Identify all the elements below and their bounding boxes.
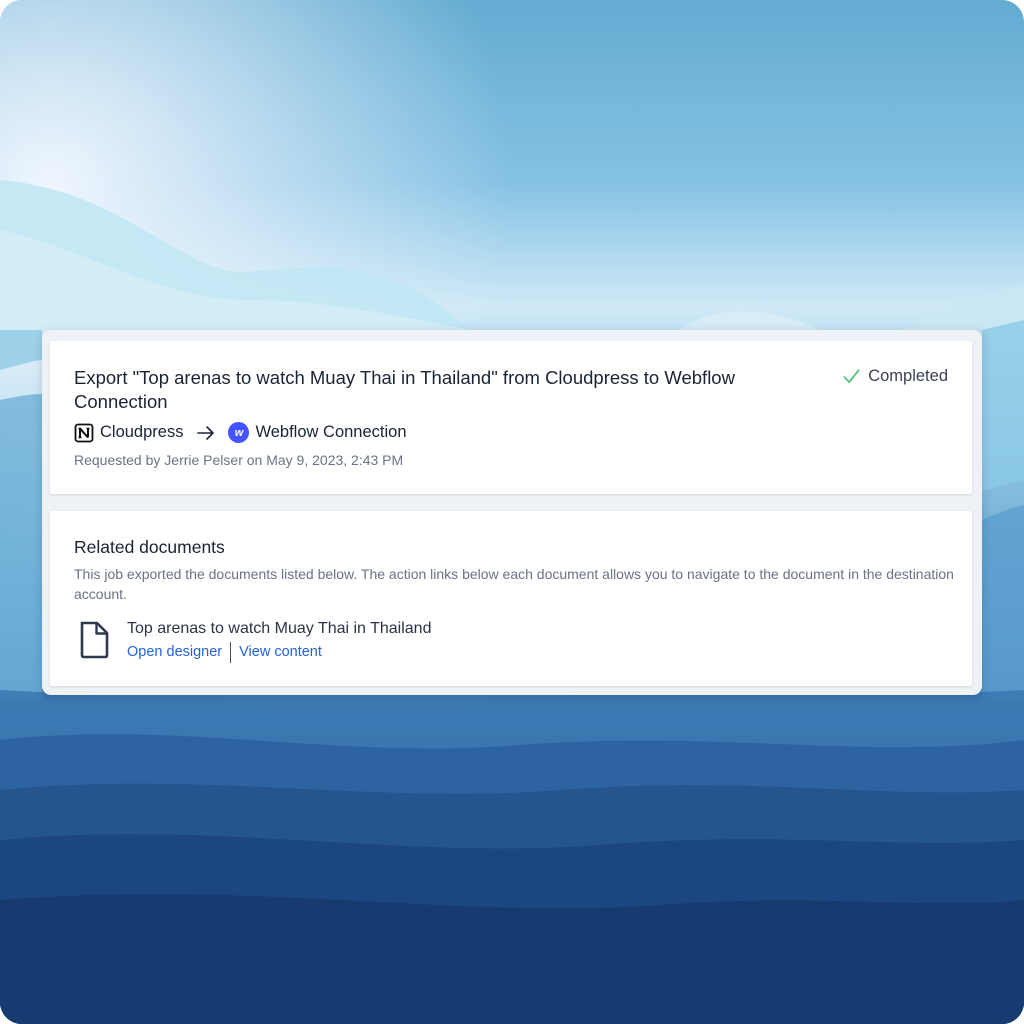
destination-name: Webflow Connection [255, 423, 407, 441]
view-content-link[interactable]: View content [239, 641, 322, 663]
related-documents-description: This job exported the documents listed b… [74, 566, 954, 602]
job-summary-card: Export "Top arenas to watch Muay Thai in… [50, 341, 972, 494]
job-title: Export "Top arenas to watch Muay Thai in… [74, 367, 735, 412]
job-details-panel: Export "Top arenas to watch Muay Thai in… [42, 330, 982, 695]
background-frame: Export "Top arenas to watch Muay Thai in… [0, 0, 1024, 1024]
document-name: Top arenas to watch Muay Thai in Thailan… [127, 620, 432, 637]
open-designer-link[interactable]: Open designer [127, 641, 222, 663]
webflow-icon: w [228, 422, 250, 443]
status-label: Completed [868, 367, 948, 385]
arrow-right-icon [197, 425, 215, 440]
export-route: Cloudpress w Webflow Connection [74, 422, 407, 443]
action-divider [230, 641, 232, 663]
requested-by-text: Requested by Jerrie Pelser on May 9, 202… [74, 452, 404, 468]
document-actions: Open designer View content [127, 641, 431, 663]
source-name: Cloudpress [100, 423, 184, 441]
file-icon [80, 621, 109, 659]
notion-icon [74, 423, 94, 442]
related-documents-card: Related documents This job exported the … [50, 511, 972, 686]
document-list-item: Top arenas to watch Muay Thai in Thailan… [78, 618, 431, 663]
status-indicator: Completed [842, 367, 948, 386]
check-icon [843, 369, 860, 384]
document-info: Top arenas to watch Muay Thai in Thailan… [127, 618, 431, 663]
related-documents-title: Related documents [74, 537, 225, 557]
